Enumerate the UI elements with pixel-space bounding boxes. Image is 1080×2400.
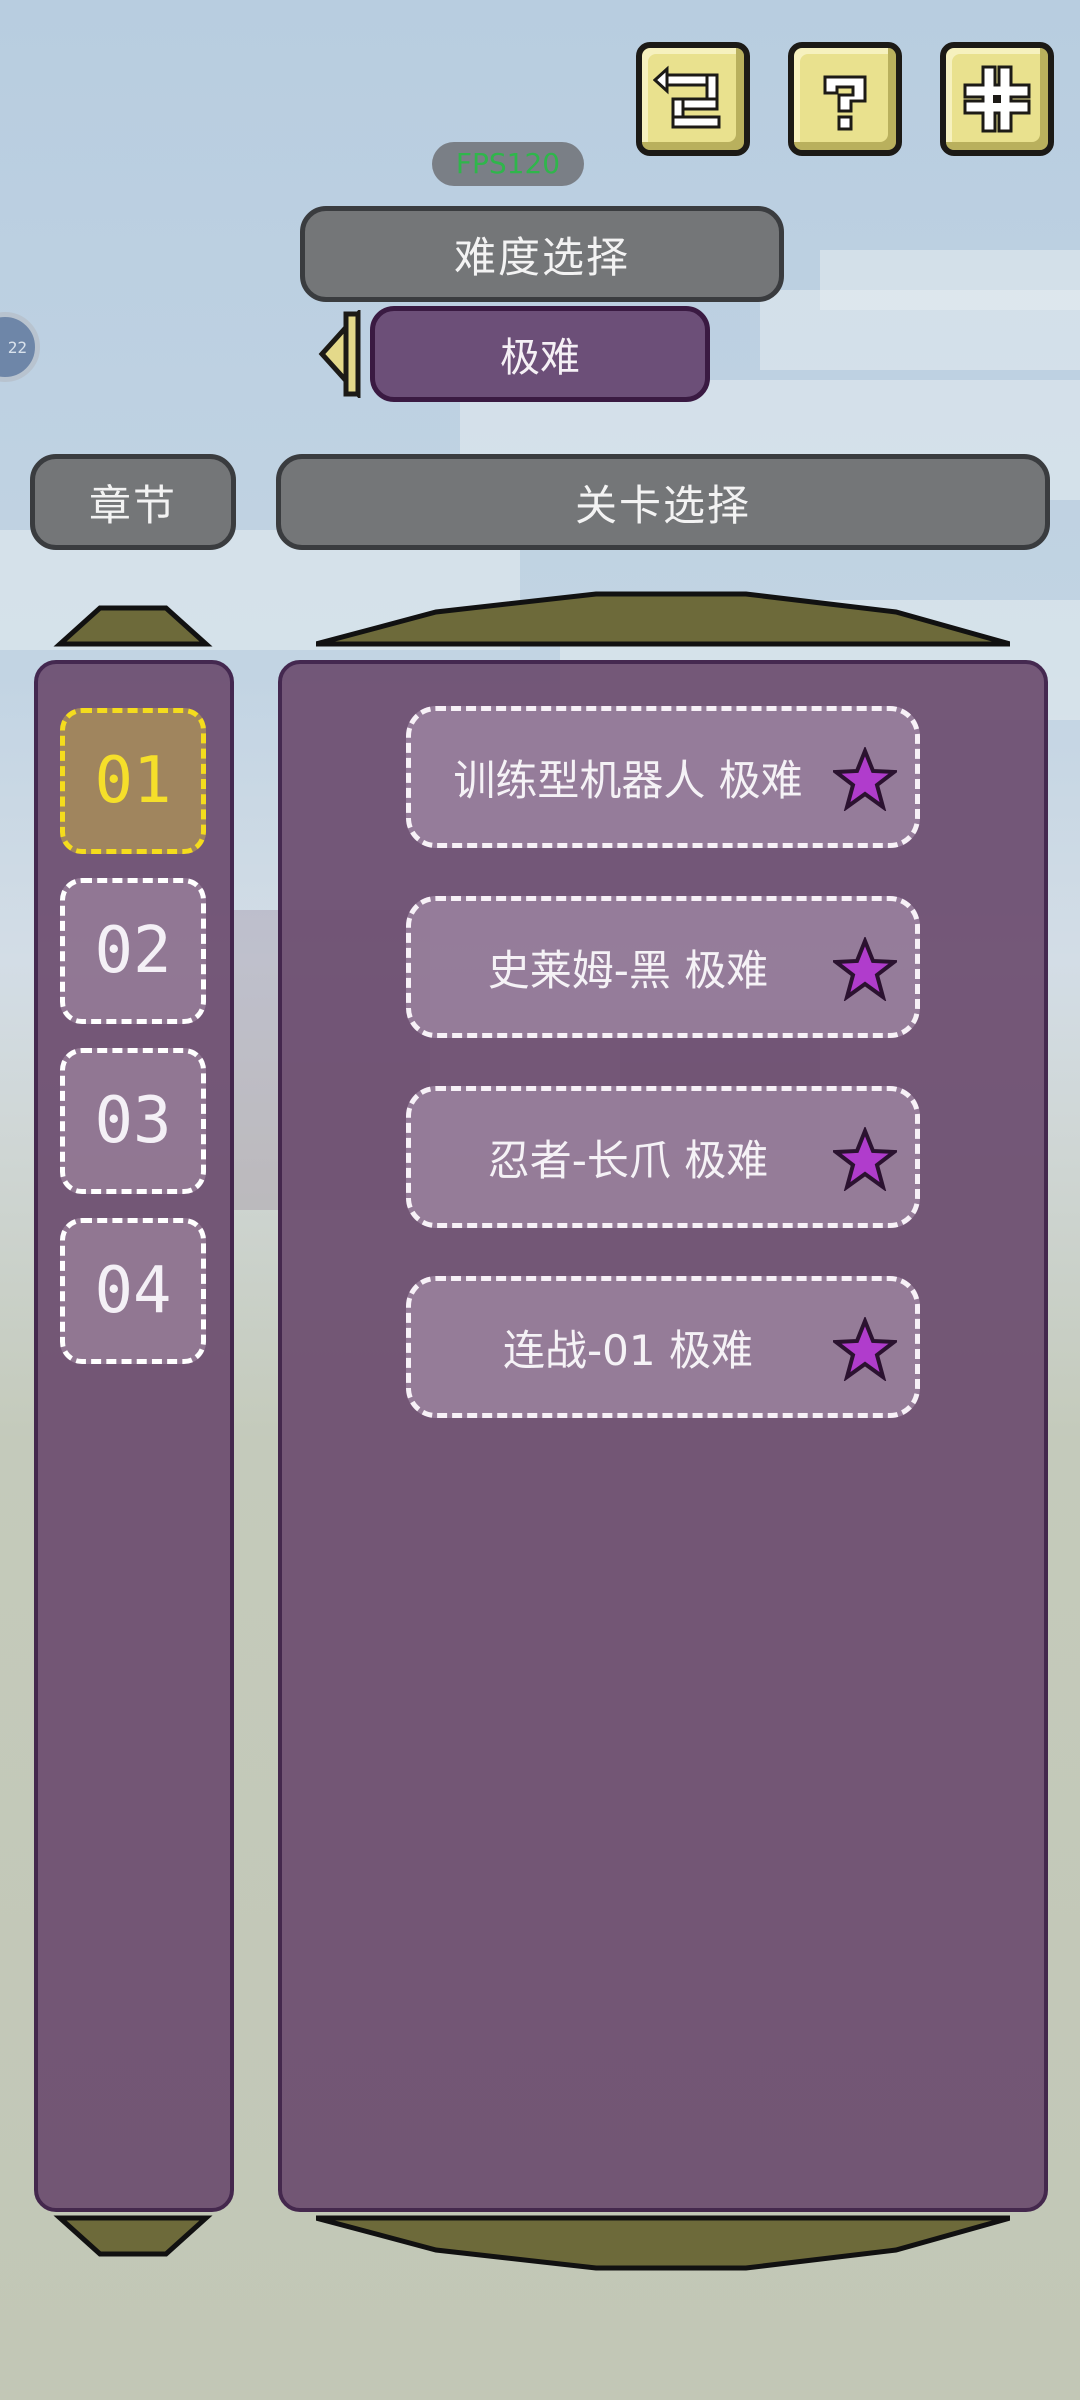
level-panel-top-trim [316, 591, 1010, 647]
settings-icon [963, 65, 1031, 133]
level-name: 训练型机器人 极难 [453, 755, 803, 805]
chapter-panel-top-trim [53, 605, 213, 647]
fps-counter: FPS120 [432, 142, 584, 186]
chapter-item-03[interactable]: 03 [60, 1048, 206, 1194]
chapter-item-04[interactable]: 04 [60, 1218, 206, 1364]
level-panel [278, 660, 1048, 2212]
level-panel-bottom-trim [316, 2215, 1010, 2271]
level-name: 史莱姆-黑 极难 [487, 945, 769, 995]
help-icon [823, 75, 867, 131]
settings-button[interactable] [940, 42, 1054, 156]
side-badge[interactable]: 22 [0, 312, 40, 382]
difficulty-prev-arrow-icon[interactable] [318, 310, 362, 398]
purple-star-icon [833, 1127, 897, 1191]
chapter-item-01[interactable]: 01 [60, 708, 206, 854]
level-item[interactable]: 训练型机器人 极难 [406, 706, 920, 848]
level-item[interactable]: 连战-01 极难 [406, 1276, 920, 1418]
level-item[interactable]: 忍者-长爪 极难 [406, 1086, 920, 1228]
refresh-button[interactable] [636, 42, 750, 156]
difficulty-title: 难度选择 [300, 206, 784, 302]
level-name: 连战-01 极难 [503, 1325, 753, 1375]
difficulty-current[interactable]: 极难 [370, 306, 710, 402]
chapter-header: 章节 [30, 454, 236, 550]
refresh-icon [653, 65, 721, 129]
level-item[interactable]: 史莱姆-黑 极难 [406, 896, 920, 1038]
chapter-item-02[interactable]: 02 [60, 878, 206, 1024]
level-name: 忍者-长爪 极难 [487, 1135, 769, 1185]
purple-star-icon [833, 1317, 897, 1381]
help-button[interactable] [788, 42, 902, 156]
chapter-panel-bottom-trim [53, 2215, 213, 2257]
purple-star-icon [833, 937, 897, 1001]
purple-star-icon [833, 747, 897, 811]
level-header: 关卡选择 [276, 454, 1050, 550]
